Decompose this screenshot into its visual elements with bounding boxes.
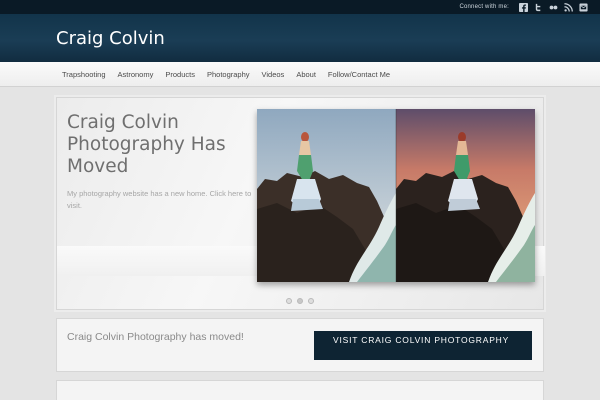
slide-image[interactable] bbox=[257, 109, 535, 282]
nav-item-about[interactable]: About bbox=[290, 70, 322, 79]
nav-item-products[interactable]: Products bbox=[159, 70, 201, 79]
nav-item-astronomy[interactable]: Astronomy bbox=[112, 70, 160, 79]
top-bar: Connect with me: bbox=[0, 0, 600, 14]
slider-pagination bbox=[286, 298, 314, 304]
nav-item-follow-contact-me[interactable]: Follow/Contact Me bbox=[322, 70, 396, 79]
slider-dot[interactable] bbox=[286, 298, 292, 304]
featured-slider: Craig Colvin Photography Has Moved My ph… bbox=[56, 97, 545, 310]
mermaid-photo bbox=[257, 109, 535, 282]
visit-photography-button[interactable]: Visit Craig Colvin Photography bbox=[314, 331, 532, 360]
site-header: Craig Colvin bbox=[0, 14, 600, 62]
slider-dot[interactable] bbox=[308, 298, 314, 304]
flickr-icon[interactable] bbox=[549, 3, 558, 12]
nav-item-trapshooting[interactable]: Trapshooting bbox=[56, 70, 112, 79]
rss-icon[interactable] bbox=[564, 2, 573, 12]
slide-title[interactable]: Craig Colvin Photography Has Moved bbox=[67, 112, 242, 178]
site-title[interactable]: Craig Colvin bbox=[56, 28, 165, 49]
moved-notice: Craig Colvin Photography has moved! Visi… bbox=[56, 318, 544, 372]
connect-label: Connect with me: bbox=[459, 4, 509, 10]
slide-description[interactable]: My photography website has a new home. C… bbox=[67, 188, 252, 212]
slider-dot[interactable] bbox=[297, 298, 303, 304]
email-icon[interactable] bbox=[579, 2, 588, 12]
moved-text: Craig Colvin Photography has moved! bbox=[67, 331, 244, 343]
main-navigation: Trapshooting Astronomy Products Photography… bbox=[0, 62, 600, 87]
social-links: Connect with me: bbox=[459, 0, 600, 14]
facebook-icon[interactable] bbox=[519, 2, 528, 12]
content-box bbox=[56, 380, 544, 400]
nav-menu: Trapshooting Astronomy Products Photography… bbox=[56, 62, 396, 87]
nav-item-photography[interactable]: Photography bbox=[201, 70, 256, 79]
twitter-icon[interactable] bbox=[534, 3, 543, 12]
nav-item-videos[interactable]: Videos bbox=[256, 70, 291, 79]
